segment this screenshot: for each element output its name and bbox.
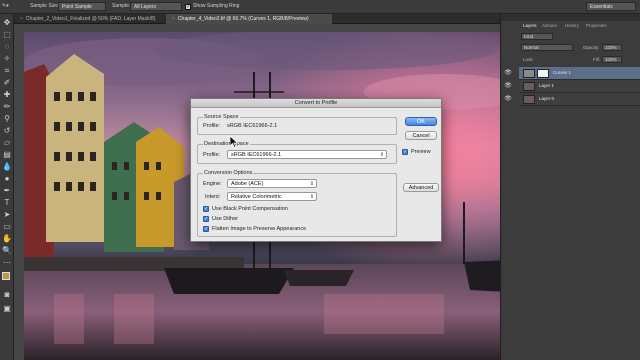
move-tool-icon[interactable]: ✥ [2, 18, 12, 28]
document-tab-2[interactable]: × Chapter_4_Video2.tif @ 66.7% (Curves 1,… [166, 14, 332, 24]
show-ring-checkbox[interactable]: ✓ [185, 4, 191, 10]
engine-select[interactable]: Adobe (ACE) ⇕ [227, 179, 317, 188]
preview-label: Preview [411, 149, 431, 155]
layer-row-layer0[interactable]: Layer 0 [519, 93, 640, 106]
healing-brush-icon[interactable]: ✚ [2, 90, 12, 100]
preview-checkbox[interactable]: ✓ [402, 149, 408, 155]
fill-value[interactable]: 100% [602, 56, 622, 63]
path-select-icon[interactable]: ➤ [2, 210, 12, 220]
visibility-eye-icon[interactable]: 👁 [502, 80, 514, 93]
screen-mode-icon[interactable]: ▣ [2, 304, 12, 314]
destination-space-title: Destination Space [203, 141, 250, 147]
brush-tool-icon[interactable]: ✏ [2, 102, 12, 112]
visibility-eye-icon[interactable]: 👁 [502, 67, 514, 80]
shape-tool-icon[interactable]: ▭ [2, 222, 12, 232]
panel-tab-properties[interactable]: Properties [586, 23, 607, 28]
source-profile-label: Profile: [203, 123, 221, 129]
dropdown-arrow-icon: ⇕ [309, 194, 314, 200]
crop-tool-icon[interactable]: ⌗ [2, 66, 12, 76]
close-tab-icon[interactable]: × [20, 16, 23, 22]
hand-tool-icon[interactable]: ✋ [2, 234, 12, 244]
lasso-tool-icon[interactable]: ◌ [2, 42, 12, 52]
dodge-tool-icon[interactable]: ● [2, 174, 12, 184]
options-bar: ✎▾ Sample Size: Point Sample Sample: All… [0, 0, 640, 14]
visibility-eye-icon[interactable]: 👁 [502, 93, 514, 106]
dropdown-arrow-icon: ⇕ [309, 181, 314, 187]
document-tab-1[interactable]: × Chapter_2_Video1_Finalized @ 50% (FAD, … [14, 14, 164, 24]
mouse-cursor-icon [230, 136, 238, 148]
panel-tab-layers[interactable]: Layers [523, 23, 537, 28]
pen-tool-icon[interactable]: ✒ [2, 186, 12, 196]
sample-size-label: Sample Size: [30, 3, 60, 9]
type-tool-icon[interactable]: T [2, 198, 12, 208]
layer-filter-select[interactable]: Kind [521, 33, 553, 40]
layer-thumbnail [523, 95, 535, 104]
quick-select-tool-icon[interactable]: ✧ [2, 54, 12, 64]
dropdown-arrow-icon: ⇕ [379, 152, 384, 158]
ok-button[interactable]: OK [405, 117, 437, 126]
intent-label: Intent: [205, 194, 221, 200]
fill-label: Fill: [593, 57, 600, 62]
panel-tab-actions[interactable]: Actions [542, 23, 557, 28]
blur-tool-icon[interactable]: 💧 [2, 162, 12, 172]
layer-mask-thumbnail[interactable] [537, 69, 549, 78]
layer-name: Curves 1 [553, 70, 572, 75]
zoom-tool-icon[interactable]: 🔍 [2, 246, 12, 256]
layer-row-curves[interactable]: Curves 1 [519, 67, 640, 80]
flatten-checkbox[interactable]: ✓ [203, 226, 209, 232]
quick-mask-icon[interactable]: ◙ [2, 290, 12, 300]
conversion-options-title: Conversion Options [203, 170, 254, 176]
black-point-label: Use Black Point Compensation [212, 206, 288, 212]
cancel-button[interactable]: Cancel [405, 131, 437, 140]
opacity-label: Opacity: [583, 45, 600, 50]
more-tools-icon[interactable]: ⋯ [2, 258, 12, 268]
history-brush-icon[interactable]: ↺ [2, 126, 12, 136]
tools-panel: ✥ ⬚ ◌ ✧ ⌗ ✐ ✚ ✏ ⚲ ↺ ▱ ▤ 💧 ● ✒ T ➤ ▭ ✋ 🔍 … [0, 14, 14, 360]
intent-select[interactable]: Relative Colorimetric ⇕ [227, 192, 317, 201]
convert-to-profile-dialog: Convert to Profile Source Space Profile:… [190, 98, 442, 242]
marquee-tool-icon[interactable]: ⬚ [2, 30, 12, 40]
clone-stamp-icon[interactable]: ⚲ [2, 114, 12, 124]
destination-profile-label: Profile: [203, 152, 221, 158]
eyedropper-icon[interactable]: ✐ [2, 78, 12, 88]
layer-thumbnail [523, 82, 535, 91]
black-point-checkbox[interactable]: ✓ [203, 206, 209, 212]
blend-mode-select[interactable]: Normal [521, 44, 573, 51]
eraser-tool-icon[interactable]: ▱ [2, 138, 12, 148]
layer-row-layer1[interactable]: Layer 1 [519, 80, 640, 93]
document-tab-label: Chapter_4_Video2.tif @ 66.7% (Curves 1, … [177, 16, 309, 22]
opacity-value[interactable]: 100% [602, 44, 622, 51]
document-tab-label: Chapter_2_Video1_Finalized @ 50% (FAD, L… [25, 16, 156, 22]
sample-select[interactable]: All Layers [130, 2, 182, 11]
dialog-title: Convert to Profile [191, 99, 441, 108]
foreground-color-swatch[interactable] [2, 272, 10, 280]
show-ring-label: Show Sampling Ring [193, 3, 240, 9]
eyedropper-tool-icon[interactable]: ✎▾ [2, 3, 9, 9]
dither-checkbox[interactable]: ✓ [203, 216, 209, 222]
destination-profile-select[interactable]: sRGB IEC61966-2.1 ⇕ [227, 150, 387, 159]
flatten-label: Flatten Image to Preserve Appearance [212, 226, 307, 232]
engine-label: Engine: [203, 181, 222, 187]
panel-collapse-bar[interactable] [501, 14, 640, 21]
layers-panel: Layers Actions History Properties Kind N… [500, 14, 640, 360]
sample-label: Sample: [112, 3, 131, 9]
intent-value: Relative Colorimetric [231, 194, 282, 200]
document-tabs: × Chapter_2_Video1_Finalized @ 50% (FAD, … [14, 14, 500, 24]
close-tab-icon[interactable]: × [172, 16, 175, 22]
destination-profile-value: sRGB IEC61966-2.1 [231, 152, 282, 158]
dither-label: Use Dither [212, 216, 238, 222]
lock-label: Lock: [523, 57, 534, 62]
sample-size-select[interactable]: Point Sample [58, 2, 106, 11]
panel-tab-history[interactable]: History [565, 23, 579, 28]
gradient-tool-icon[interactable]: ▤ [2, 150, 12, 160]
source-profile-value: sRGB IEC61966-2.1 [227, 123, 278, 129]
source-space-title: Source Space [203, 114, 240, 120]
workspace-select[interactable]: Essentials [586, 2, 636, 11]
layer-name: Layer 0 [539, 96, 555, 101]
adjustment-layer-icon [523, 69, 535, 78]
engine-value: Adobe (ACE) [231, 181, 264, 187]
advanced-button[interactable]: Advanced [403, 183, 439, 192]
layer-name: Layer 1 [539, 83, 555, 88]
